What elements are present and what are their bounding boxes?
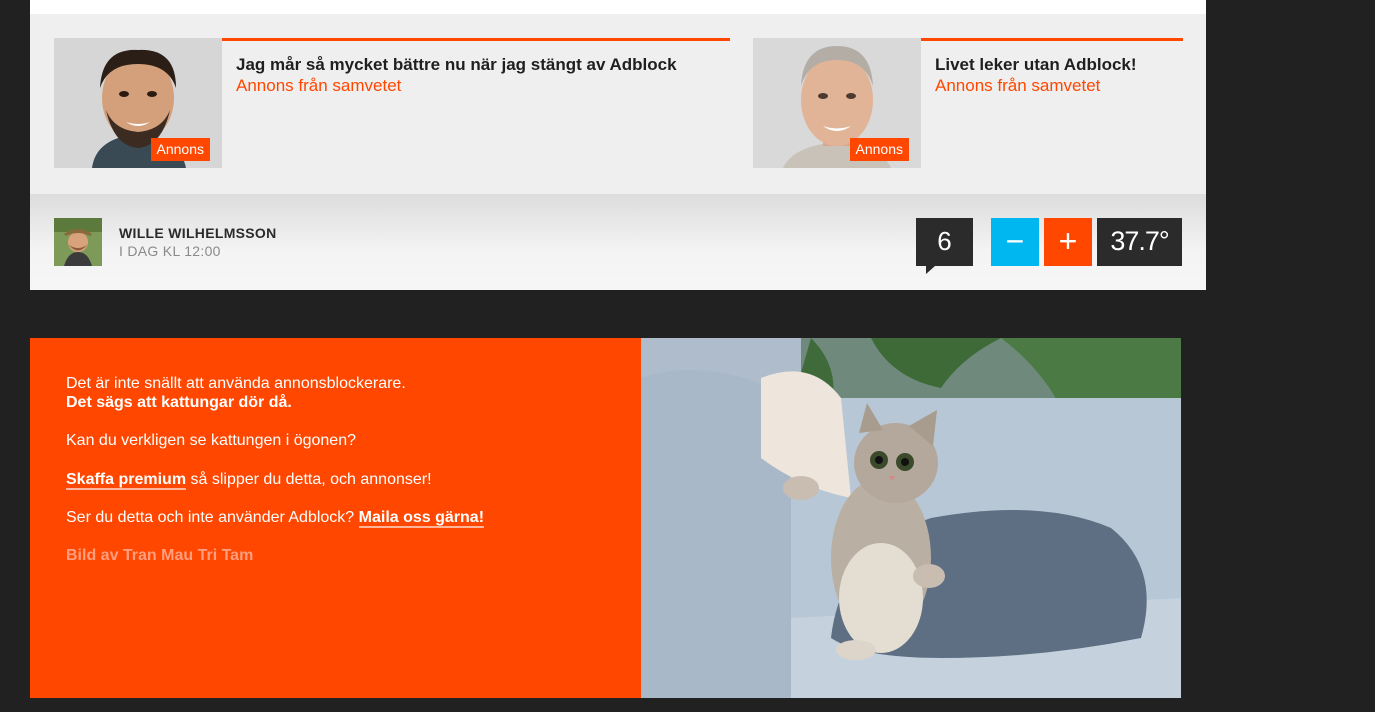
ad-text: Jag mår så mycket bättre nu när jag stän… <box>222 38 730 168</box>
ad-text: Livet leker utan Adblock! Annons från sa… <box>921 38 1183 168</box>
vote-up-button[interactable]: + <box>1044 218 1092 266</box>
kitten-on-sofa-icon <box>641 338 1181 698</box>
image-credit: Bild av Tran Mau Tri Tam <box>66 547 254 564</box>
premium-rest-text: så slipper du detta, och annonser! <box>186 471 432 488</box>
article-card: Annons Jag mår så mycket bättre nu när j… <box>30 0 1206 290</box>
mail-prefix-text: Ser du detta och inte använder Adblock? <box>66 509 359 526</box>
ad-badge: Annons <box>150 138 210 161</box>
publish-time: I DAG KL 12:00 <box>119 243 221 259</box>
ad-item-1[interactable]: Annons Jag mår så mycket bättre nu när j… <box>54 38 730 168</box>
ad-item-2[interactable]: Annons Livet leker utan Adblock! Annons … <box>753 38 1183 168</box>
banner-line-2: Det sägs att kattungar dör då. <box>66 394 292 411</box>
author-name[interactable]: WILLE WILHELMSSON <box>119 225 277 241</box>
ad-thumbnail[interactable]: Annons <box>753 38 921 168</box>
author-bar: WILLE WILHELMSSON I DAG KL 12:00 6 − + 3… <box>30 194 1206 290</box>
ad-thumbnail[interactable]: Annons <box>54 38 222 168</box>
comment-count: 6 <box>937 226 952 256</box>
ad-source: Annons från samvetet <box>935 76 1101 95</box>
banner-mail-line: Ser du detta och inte använder Adblock? … <box>66 508 485 528</box>
mail-link[interactable]: Maila oss gärna! <box>358 509 485 528</box>
ad-badge: Annons <box>849 138 909 161</box>
ad-source: Annons från samvetet <box>236 76 402 95</box>
premium-link[interactable]: Skaffa premium <box>66 471 187 490</box>
temperature-score: 37.7° <box>1097 218 1182 266</box>
banner-text-panel: Det är inte snällt att använda annonsblo… <box>30 338 641 698</box>
adblock-banner: Det är inte snällt att använda annonsblo… <box>30 338 1181 698</box>
comment-count-button[interactable]: 6 <box>916 218 973 274</box>
avatar[interactable] <box>54 218 102 266</box>
avatar-icon <box>54 218 102 266</box>
speech-bubble-tail-icon <box>926 266 935 274</box>
ad-title[interactable]: Livet leker utan Adblock! <box>935 55 1183 75</box>
ad-title[interactable]: Jag mår så mycket bättre nu när jag stän… <box>236 55 730 75</box>
banner-line-3: Kan du verkligen se kattungen i ögonen? <box>66 432 356 449</box>
banner-line-1: Det är inte snällt att använda annonsblo… <box>66 375 406 392</box>
banner-premium-line: Skaffa premium så slipper du detta, och … <box>66 470 432 490</box>
vote-down-button[interactable]: − <box>991 218 1039 266</box>
kitten-image <box>641 338 1181 698</box>
card-top-strip <box>30 0 1206 14</box>
